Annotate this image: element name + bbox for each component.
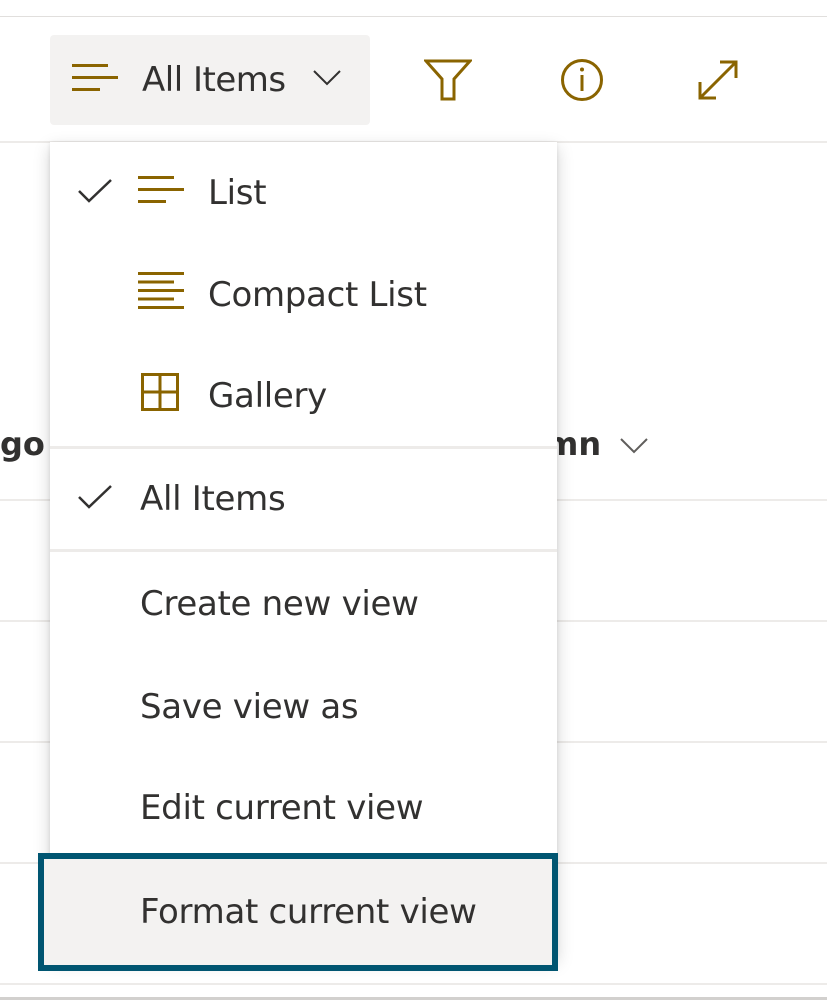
menu-item-label: Create new view — [140, 584, 419, 624]
menu-item-compact-list[interactable]: Compact List — [50, 244, 557, 346]
view-switcher-label: All Items — [142, 60, 286, 100]
list-icon — [138, 173, 184, 213]
info-button[interactable] — [552, 52, 612, 112]
menu-item-label: Save view as — [140, 687, 359, 727]
menu-item-create-new-view[interactable]: Create new view — [50, 552, 557, 656]
gallery-icon — [141, 372, 179, 420]
filter-icon — [422, 59, 474, 105]
checkmark-icon — [77, 173, 113, 213]
filter-button[interactable] — [418, 52, 478, 112]
list-lines-icon — [72, 63, 118, 97]
view-switcher-button[interactable]: All Items — [50, 35, 370, 125]
menu-item-format-current-view[interactable]: Format current view — [38, 853, 558, 971]
menu-item-gallery[interactable]: Gallery — [50, 346, 557, 446]
compact-list-icon — [138, 271, 184, 319]
menu-item-label: All Items — [140, 479, 286, 519]
expand-button[interactable] — [688, 52, 748, 112]
view-options-menu: List Compact List Gallery All Items Crea… — [38, 142, 558, 971]
info-icon — [560, 58, 604, 106]
column-header-right[interactable]: mn — [545, 425, 649, 463]
menu-item-list[interactable]: List — [50, 142, 557, 244]
menu-item-edit-current-view[interactable]: Edit current view — [50, 758, 557, 858]
menu-item-label: Format current view — [140, 892, 477, 932]
menu-item-label: Gallery — [208, 376, 327, 416]
row-divider — [0, 983, 827, 985]
menu-item-label: List — [208, 173, 267, 213]
expand-icon — [696, 58, 740, 106]
menu-item-all-items[interactable]: All Items — [50, 449, 557, 549]
page-top-border — [0, 0, 827, 17]
menu-item-label: Compact List — [208, 275, 427, 315]
checkmark-icon — [77, 479, 113, 519]
chevron-down-icon — [312, 69, 342, 91]
menu-item-save-view-as[interactable]: Save view as — [50, 656, 557, 758]
column-header-left[interactable]: go — [0, 425, 45, 463]
chevron-down-icon — [601, 425, 649, 463]
menu-item-label: Edit current view — [140, 788, 424, 828]
